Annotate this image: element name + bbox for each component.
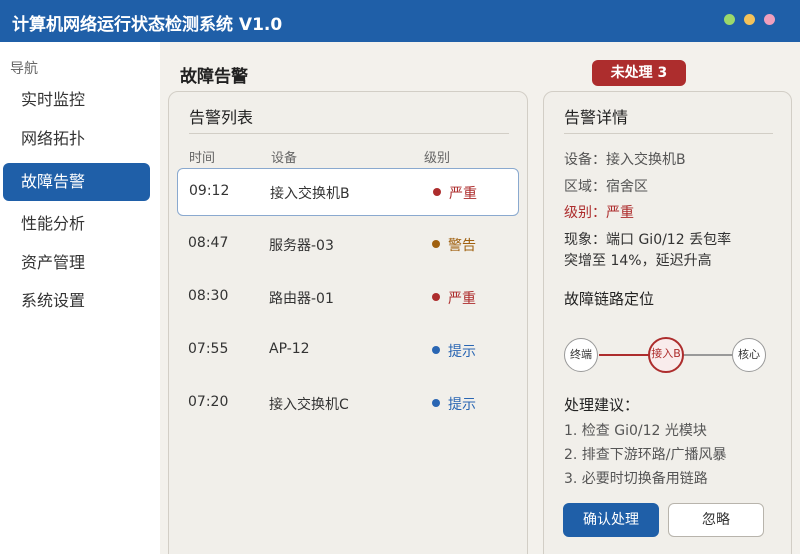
title-bar: 计算机网络运行状态检测系统 V1.0 [0, 0, 800, 42]
chain-node-core: 核心 [732, 338, 766, 372]
level-dot-icon [432, 399, 440, 407]
detail-area: 区域：宿舍区 [564, 179, 648, 195]
alarm-device: 服务器-03 [269, 238, 334, 254]
page-title: 故障告警 [180, 67, 248, 87]
divider [564, 133, 773, 134]
nav-item-performance[interactable]: 性能分析 [3, 205, 150, 243]
column-header-time: 时间 [189, 151, 216, 166]
detail-level: 级别：严重 [564, 205, 634, 221]
level-dot-icon [433, 188, 441, 196]
normal-link [683, 354, 733, 356]
suggestion-item: 2. 排查下游环路/广播风暴 [564, 447, 727, 463]
window-dot-maximize[interactable] [744, 14, 755, 25]
alarm-row[interactable]: 08:30 路由器-01 严重 [177, 274, 519, 322]
nav-item-realtime-monitor[interactable]: 实时监控 [3, 81, 150, 119]
fault-chain-title: 故障链路定位 [564, 290, 655, 308]
alarm-time: 07:20 [188, 394, 229, 410]
suggestion-item: 3. 必要时切换备用链路 [564, 471, 708, 487]
alarm-device: 接入交换机C [269, 397, 349, 413]
alarm-row[interactable]: 07:20 接入交换机C 提示 [177, 380, 519, 428]
level-dot-icon [432, 293, 440, 301]
alarm-list-title: 告警列表 [189, 108, 254, 127]
column-header-level: 级别 [424, 151, 451, 166]
alarm-row[interactable]: 08:47 服务器-03 警告 [177, 221, 519, 269]
suggestions-title: 处理建议： [564, 396, 640, 414]
nav-item-topology[interactable]: 网络拓扑 [3, 120, 150, 158]
alarm-level: 警告 [448, 238, 476, 254]
alarm-list-panel: 告警列表 时间 设备 级别 09:12 接入交换机B 严重 08:47 服务器-… [168, 91, 528, 554]
chain-node-terminal: 终端 [564, 338, 598, 372]
alarm-time: 07:55 [188, 341, 229, 357]
main-area: 故障告警 未处理 3 告警列表 时间 设备 级别 09:12 接入交换机B 严重… [160, 42, 800, 554]
nav-item-assets[interactable]: 资产管理 [3, 244, 150, 282]
fault-link [599, 354, 649, 356]
alarm-detail-title: 告警详情 [564, 108, 629, 127]
alarm-device: 接入交换机B [270, 186, 350, 202]
chain-node-access-b: 接入B [648, 337, 684, 373]
sidebar: 导航 实时监控 网络拓扑 故障告警 性能分析 资产管理 系统设置 [0, 42, 160, 554]
unhandled-count-badge: 未处理 3 [592, 60, 686, 86]
suggestion-item: 1. 检查 Gi0/12 光模块 [564, 423, 707, 439]
alarm-row[interactable]: 09:12 接入交换机B 严重 [177, 168, 519, 216]
app-title: 计算机网络运行状态检测系统 V1.0 [12, 15, 283, 35]
level-dot-icon [432, 346, 440, 354]
alarm-level: 严重 [449, 186, 477, 202]
nav-item-fault-alarm[interactable]: 故障告警 [3, 163, 150, 201]
level-dot-icon [432, 240, 440, 248]
ignore-button[interactable]: 忽略 [668, 503, 764, 537]
alarm-time: 09:12 [189, 183, 230, 199]
detail-symptom-line2: 突增至 14%，延迟升高 [564, 253, 712, 269]
column-header-device: 设备 [271, 151, 298, 166]
alarm-level: 严重 [448, 291, 476, 307]
alarm-level: 提示 [448, 397, 476, 413]
alarm-row[interactable]: 07:55 AP-12 提示 [177, 327, 519, 375]
window-dot-close[interactable] [764, 14, 775, 25]
divider [189, 133, 509, 134]
alarm-time: 08:30 [188, 288, 229, 304]
alarm-device: 路由器-01 [269, 291, 334, 307]
alarm-level: 提示 [448, 344, 476, 360]
nav-heading: 导航 [10, 61, 38, 77]
window-dot-minimize[interactable] [724, 14, 735, 25]
detail-symptom-line1: 现象：端口 Gi0/12 丢包率 [564, 232, 732, 248]
nav-item-settings[interactable]: 系统设置 [3, 282, 150, 320]
alarm-device: AP-12 [269, 341, 310, 357]
alarm-detail-panel: 告警详情 设备：接入交换机B 区域：宿舍区 级别：严重 现象：端口 Gi0/12… [543, 91, 792, 554]
detail-device: 设备：接入交换机B [564, 152, 686, 168]
confirm-handle-button[interactable]: 确认处理 [563, 503, 659, 537]
alarm-time: 08:47 [188, 235, 229, 251]
